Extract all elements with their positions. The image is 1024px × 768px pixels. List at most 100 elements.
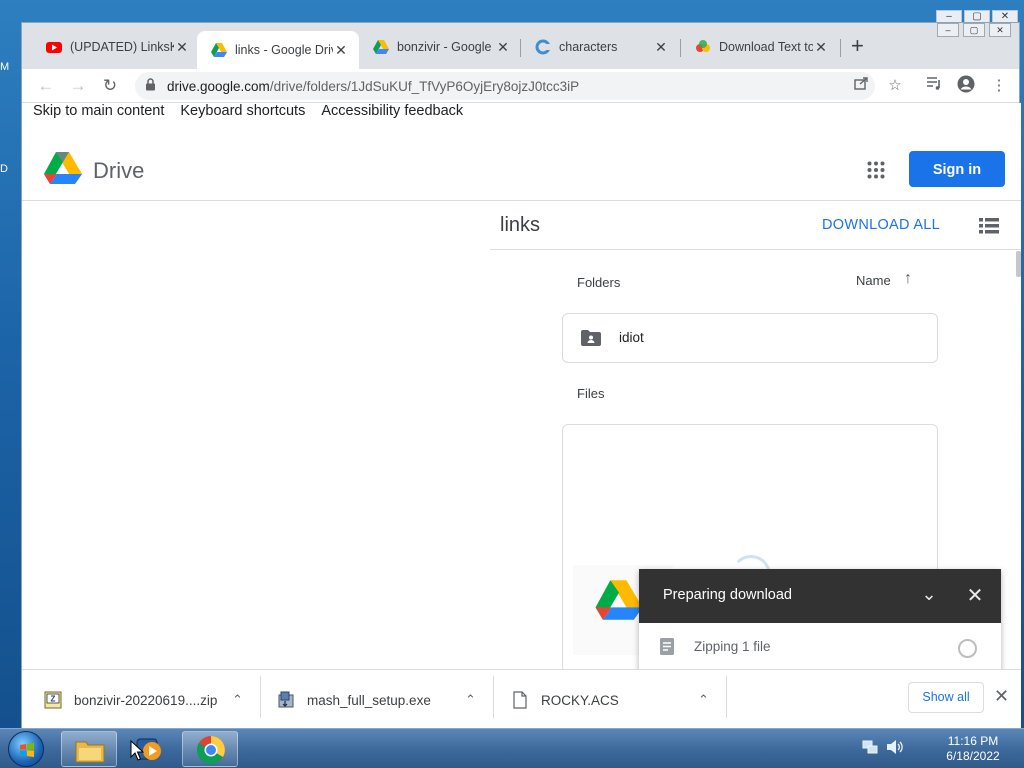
download-item[interactable]: ROCKY.ACS ⌃ — [511, 670, 727, 730]
url-host: drive.google.com — [167, 78, 270, 94]
tab-close-icon[interactable]: ✕ — [813, 39, 829, 56]
divider — [493, 676, 494, 718]
clock-date: 6/18/2022 — [946, 749, 1000, 763]
show-all-downloads-button[interactable]: Show all — [908, 682, 984, 713]
tab-close-icon[interactable]: ✕ — [495, 39, 511, 56]
folder-icon — [75, 741, 105, 763]
tab-title: links - Google Driv — [235, 43, 333, 57]
dialog-title: Preparing download — [663, 587, 792, 603]
lock-icon — [145, 78, 159, 94]
divider — [490, 249, 1021, 250]
document-icon — [660, 638, 674, 655]
file-explorer-taskbar-button[interactable] — [61, 731, 117, 767]
download-item[interactable]: mash_full_setup.exe ⌃ — [277, 670, 493, 730]
google-drive-icon — [373, 40, 389, 54]
drive-product-name[interactable]: Drive — [93, 158, 144, 184]
windows-logo-icon — [20, 743, 34, 757]
accessibility-feedback-link[interactable]: Accessibility feedback — [321, 103, 463, 119]
chevron-up-icon[interactable]: ⌃ — [698, 692, 709, 708]
share-icon[interactable] — [850, 75, 872, 97]
download-filename: ROCKY.ACS — [541, 692, 619, 708]
folder-name: idiot — [619, 330, 644, 345]
new-tab-button[interactable]: + — [851, 35, 864, 57]
desktop-icon-label: D — [0, 163, 8, 175]
chrome-taskbar-button[interactable] — [182, 731, 238, 767]
download-filename: bonzivir-20220619....zip — [74, 692, 218, 708]
divider — [260, 676, 261, 718]
chrome-icon — [196, 736, 225, 765]
browser-window: (UPDATED) LinksK ✕ links - Google Driv ✕… — [21, 22, 1021, 729]
download-item[interactable]: Z bonzivir-20220619....zip ⌃ — [44, 670, 260, 730]
volume-icon[interactable] — [886, 739, 904, 758]
forward-arrow-icon[interactable]: → — [67, 75, 89, 97]
start-button[interactable] — [8, 731, 44, 767]
download-filename: mash_full_setup.exe — [307, 692, 431, 708]
site-swirl-icon — [535, 39, 551, 55]
preparing-download-dialog: Preparing download ⌄ ✕ Zipping 1 file — [639, 569, 1001, 673]
tab-title: (UPDATED) LinksK — [70, 40, 174, 54]
profile-avatar-icon[interactable] — [955, 75, 977, 97]
chevron-up-icon[interactable]: ⌃ — [465, 692, 476, 708]
close-icon[interactable]: ✕ — [965, 583, 985, 608]
windows-taskbar: 11:16 PM 6/18/2022 — [0, 728, 1024, 768]
divider — [726, 676, 727, 718]
folder-item[interactable]: idiot — [562, 313, 938, 363]
vertical-scrollbar[interactable] — [1016, 251, 1021, 277]
download-shelf: Z bonzivir-20220619....zip ⌃ mash_full_s… — [22, 669, 1021, 729]
svg-text:Z: Z — [51, 695, 56, 704]
tab-close-icon[interactable]: ✕ — [174, 39, 190, 56]
tab-bonzivir-drive[interactable]: bonzivir - Google ✕ — [359, 31, 521, 63]
tab-links-drive[interactable]: links - Google Driv ✕ — [197, 31, 359, 69]
keyboard-shortcuts-link[interactable]: Keyboard shortcuts — [180, 103, 305, 119]
folders-section-label: Folders — [577, 275, 621, 290]
tab-download-text[interactable]: Download Text to ✕ — [681, 31, 839, 63]
system-clock[interactable]: 11:16 PM 6/18/2022 — [932, 734, 1014, 764]
tab-characters[interactable]: characters ✕ — [521, 31, 679, 63]
bookmark-star-icon[interactable]: ☆ — [884, 75, 906, 97]
url-path: /drive/folders/1JdSuKUf_TfVyP6OyjEry8ojz… — [269, 78, 580, 94]
system-tray — [862, 739, 904, 758]
folder-title: links — [500, 214, 541, 236]
google-drive-logo-icon — [595, 580, 643, 620]
shared-folder-icon — [581, 330, 601, 346]
sign-in-button[interactable]: Sign in — [909, 151, 1005, 187]
google-drive-icon — [211, 43, 227, 57]
browser-toolbar: ← → ↻ drive.google.com/drive/folders/1Jd… — [22, 69, 1019, 103]
tab-title: characters — [559, 40, 618, 54]
zip-status-text: Zipping 1 file — [694, 639, 771, 654]
back-arrow-icon[interactable]: ← — [35, 75, 57, 97]
restore-icon[interactable]: ▢ — [963, 23, 985, 37]
tab-close-icon[interactable]: ✕ — [333, 42, 349, 59]
window-controls: – ▢ ✕ — [937, 23, 1011, 37]
list-view-icon[interactable] — [979, 218, 999, 234]
sort-by-name-button[interactable]: Name — [856, 273, 891, 288]
network-icon[interactable] — [862, 739, 878, 758]
chevron-down-icon[interactable]: ⌄ — [919, 584, 939, 605]
installer-icon — [278, 691, 294, 708]
zip-file-icon: Z — [44, 691, 62, 709]
tab-youtube[interactable]: (UPDATED) LinksK ✕ — [32, 31, 200, 63]
drive-header: Drive Sign in — [22, 125, 1021, 201]
sort-ascending-arrow-icon[interactable]: ↑ — [904, 270, 912, 288]
google-apps-grid-icon[interactable] — [867, 161, 885, 179]
close-icon[interactable]: ✕ — [994, 686, 1009, 707]
address-bar[interactable]: drive.google.com/drive/folders/1JdSuKUf_… — [135, 72, 875, 100]
tab-close-icon[interactable]: ✕ — [653, 39, 669, 56]
drive-page: Skip to main content Keyboard shortcuts … — [22, 103, 1021, 675]
menu-kebab-icon[interactable]: ⋮ — [988, 75, 1010, 97]
reload-icon[interactable]: ↻ — [99, 75, 121, 97]
skip-links: Skip to main content Keyboard shortcuts … — [33, 103, 463, 119]
generic-file-icon — [513, 691, 527, 709]
zip-progress-row: Zipping 1 file — [639, 623, 1001, 673]
minimize-icon[interactable]: – — [937, 23, 959, 37]
reading-list-icon[interactable] — [923, 75, 945, 97]
youtube-icon — [46, 42, 62, 53]
tab-title: Download Text to — [719, 40, 813, 54]
tab-separator — [840, 39, 841, 57]
tab-strip: (UPDATED) LinksK ✕ links - Google Driv ✕… — [22, 23, 1019, 69]
skip-to-main-link[interactable]: Skip to main content — [33, 103, 164, 119]
google-drive-logo-icon[interactable] — [44, 151, 82, 185]
chevron-up-icon[interactable]: ⌃ — [232, 692, 243, 708]
download-all-button[interactable]: DOWNLOAD ALL — [822, 217, 940, 233]
close-icon[interactable]: ✕ — [989, 23, 1011, 37]
